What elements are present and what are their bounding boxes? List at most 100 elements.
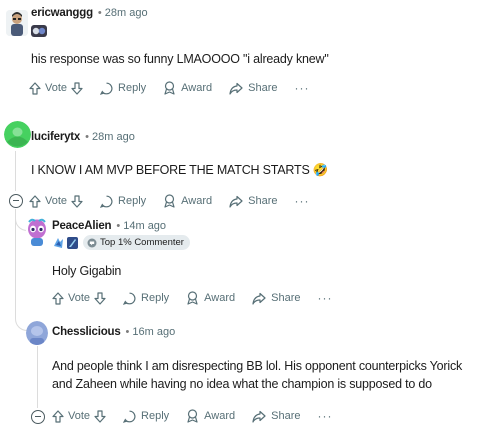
share-icon xyxy=(252,292,266,305)
timestamp[interactable]: 28m ago xyxy=(105,7,148,19)
separator-dot: • xyxy=(85,131,89,143)
share-icon xyxy=(229,195,243,208)
comment-peacealien: PeaceAlien • 14m ago Top 1% Commenter Ho… xyxy=(0,215,500,315)
award-label: Award xyxy=(204,292,236,304)
vote-label: Vote xyxy=(68,410,91,422)
avatar[interactable] xyxy=(26,321,48,345)
user-flair: Top 1% Commenter xyxy=(52,235,190,250)
comment-actions: Vote Reply Award Share ··· xyxy=(29,189,310,213)
share-button[interactable]: Share xyxy=(252,410,301,423)
upvote-icon[interactable] xyxy=(52,291,64,305)
share-label: Share xyxy=(271,410,301,422)
downvote-icon[interactable] xyxy=(71,81,83,95)
reply-bubble-icon xyxy=(123,410,136,423)
vote-label: Vote xyxy=(45,82,68,94)
award-button[interactable]: Award xyxy=(186,291,235,305)
author-name[interactable]: PeaceAlien xyxy=(52,220,112,232)
award-icon xyxy=(164,81,175,95)
reply-label: Reply xyxy=(141,292,170,304)
comment-body: Holy Gigabin xyxy=(52,264,122,278)
share-label: Share xyxy=(248,195,278,207)
comment-luciferytx: luciferytx • 28m ago I KNOW I AM MVP BEF… xyxy=(0,118,500,218)
more-options-button[interactable]: ··· xyxy=(318,291,333,305)
author-name[interactable]: luciferytx xyxy=(31,131,80,143)
reply-button[interactable]: Reply xyxy=(100,195,146,208)
vote-group: Vote xyxy=(29,194,83,208)
flair-emoji-icon xyxy=(54,237,63,248)
comment-actions: Vote Reply Award Share ··· xyxy=(52,286,333,310)
comment-meta: ericwanggg • 28m ago xyxy=(31,7,148,19)
share-button[interactable]: Share xyxy=(229,82,278,95)
badge-label: Top 1% Commenter xyxy=(100,237,184,248)
comment-meta: PeaceAlien • 14m ago xyxy=(52,220,166,232)
comment-body: his response was so funny LMAOOOO "i alr… xyxy=(31,52,329,66)
author-name[interactable]: Chesslicious xyxy=(52,326,121,338)
vote-group: Vote xyxy=(52,409,106,423)
comment-actions: Vote Reply Award Share ··· xyxy=(29,76,310,100)
more-options-button[interactable]: ··· xyxy=(318,409,333,423)
timestamp[interactable]: 14m ago xyxy=(123,220,166,232)
vote-label: Vote xyxy=(68,292,91,304)
upvote-icon[interactable] xyxy=(52,409,64,423)
award-label: Award xyxy=(204,410,236,422)
share-icon xyxy=(229,82,243,95)
vote-label: Vote xyxy=(45,195,68,207)
upvote-icon[interactable] xyxy=(29,194,41,208)
award-button[interactable]: Award xyxy=(163,81,212,95)
award-label: Award xyxy=(181,82,213,94)
comment-ericwanggg: ericwanggg • 28m ago his response was so… xyxy=(0,0,500,100)
share-label: Share xyxy=(271,292,301,304)
reply-button[interactable]: Reply xyxy=(123,292,169,305)
downvote-icon[interactable] xyxy=(94,291,106,305)
thread-line xyxy=(15,151,16,191)
collapse-thread-button[interactable] xyxy=(9,194,23,208)
award-icon xyxy=(187,409,198,423)
comment-body: I KNOW I AM MVP BEFORE THE MATCH STARTS … xyxy=(31,163,329,177)
avatar[interactable] xyxy=(6,10,28,36)
commenter-badge-icon xyxy=(87,238,97,247)
share-icon xyxy=(252,410,266,423)
reply-bubble-icon xyxy=(123,292,136,305)
reply-bubble-icon xyxy=(100,195,113,208)
reply-button[interactable]: Reply xyxy=(123,410,169,423)
comment-body: And people think I am disrespecting BB l… xyxy=(52,359,463,391)
reply-label: Reply xyxy=(141,410,170,422)
separator-dot: • xyxy=(116,220,121,232)
user-flair xyxy=(31,24,47,38)
award-button[interactable]: Award xyxy=(163,194,212,208)
more-options-button[interactable]: ··· xyxy=(295,194,310,208)
share-label: Share xyxy=(248,82,278,94)
reply-bubble-icon xyxy=(100,82,113,95)
award-button[interactable]: Award xyxy=(186,409,235,423)
award-icon xyxy=(164,194,175,208)
thread-line xyxy=(37,346,38,408)
comment-actions: Vote Reply Award Share ··· xyxy=(52,404,333,428)
comment-meta: luciferytx • 28m ago xyxy=(31,131,135,143)
vote-group: Vote xyxy=(52,291,106,305)
flair-emoji-icon xyxy=(67,236,78,249)
share-button[interactable]: Share xyxy=(229,195,278,208)
downvote-icon[interactable] xyxy=(94,409,106,423)
separator-dot: • xyxy=(97,7,102,19)
award-label: Award xyxy=(181,195,213,207)
avatar[interactable] xyxy=(26,218,48,246)
timestamp[interactable]: 28m ago xyxy=(92,131,135,143)
collapse-thread-button[interactable] xyxy=(31,410,45,424)
reply-button[interactable]: Reply xyxy=(100,82,146,95)
share-button[interactable]: Share xyxy=(252,292,301,305)
flair-emoji-icon xyxy=(31,25,47,37)
award-icon xyxy=(187,291,198,305)
comment-thread: ericwanggg • 28m ago his response was so… xyxy=(0,0,500,440)
upvote-icon[interactable] xyxy=(29,81,41,95)
top-commenter-badge[interactable]: Top 1% Commenter xyxy=(83,235,190,250)
author-name[interactable]: ericwanggg xyxy=(31,7,93,19)
avatar[interactable] xyxy=(4,121,31,148)
comment-chesslicious: Chesslicious • 16m ago And people think … xyxy=(0,318,500,440)
reply-label: Reply xyxy=(118,82,147,94)
comment-meta: Chesslicious • 16m ago xyxy=(52,326,175,338)
more-options-button[interactable]: ··· xyxy=(295,81,310,95)
timestamp[interactable]: 16m ago xyxy=(132,326,175,338)
reply-label: Reply xyxy=(118,195,147,207)
vote-group: Vote xyxy=(29,81,83,95)
downvote-icon[interactable] xyxy=(71,194,83,208)
